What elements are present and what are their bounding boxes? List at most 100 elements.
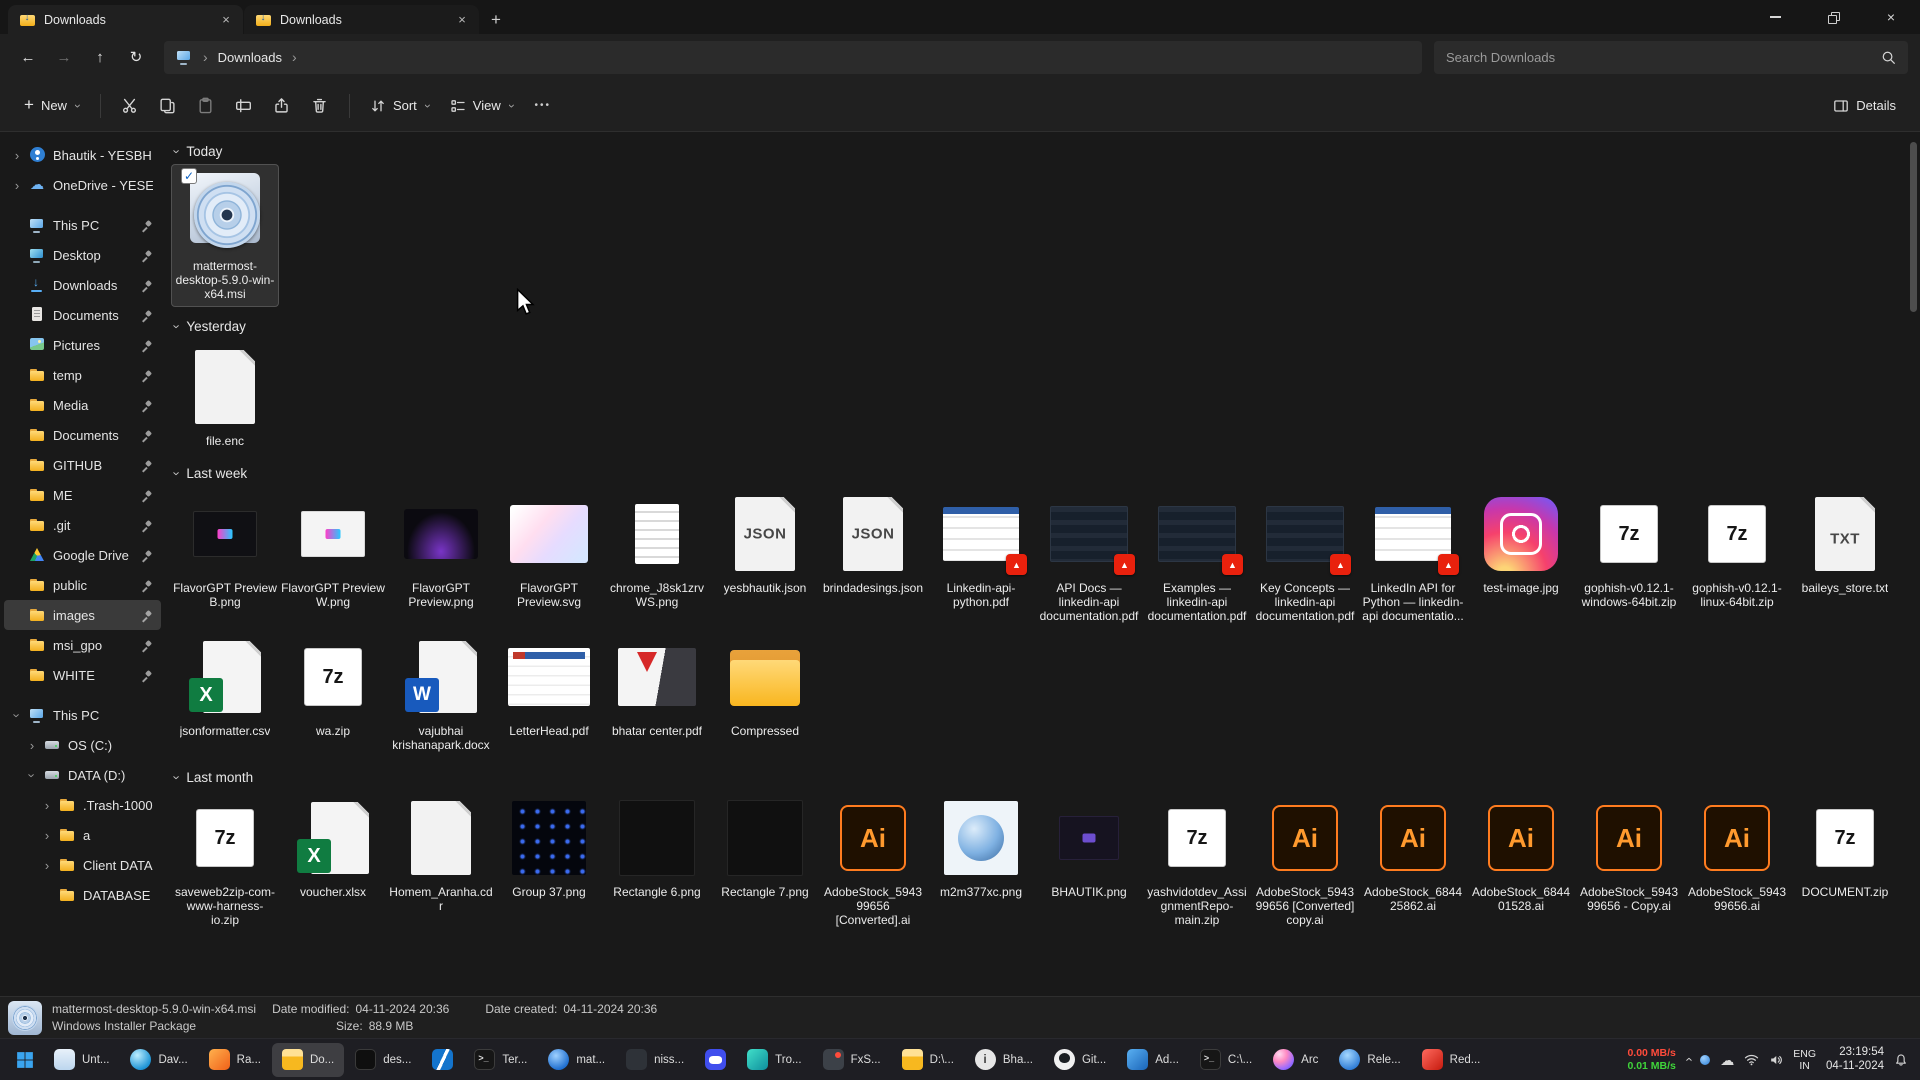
taskbar-app[interactable]: Git... bbox=[1044, 1043, 1116, 1077]
notification-bell-icon[interactable] bbox=[1894, 1053, 1908, 1067]
taskbar-app[interactable]: C:\... bbox=[1190, 1043, 1262, 1077]
clock[interactable]: 23:19:54 04-11-2024 bbox=[1826, 1046, 1884, 1073]
taskbar-app[interactable]: Dav... bbox=[120, 1043, 197, 1077]
new-button[interactable]: + New › bbox=[14, 89, 90, 122]
file-tile[interactable]: ✓ Examples — linkedin-api documentation.… bbox=[1143, 486, 1251, 629]
sidebar-pinned-item[interactable]: Downloads bbox=[4, 270, 161, 300]
file-tile[interactable]: ✓ AdobeStock_594399656.ai bbox=[1683, 790, 1791, 919]
file-tile[interactable]: ✓ chrome_J8sk1zrvWS.png bbox=[603, 486, 711, 615]
sidebar-pinned-item[interactable]: GITHUB bbox=[4, 450, 161, 480]
taskbar-app[interactable]: Ra... bbox=[199, 1043, 271, 1077]
sidebar-tree-item[interactable]: › DATA (D:) bbox=[4, 760, 161, 790]
file-tile[interactable]: ✓ yashvidotdev_AssignmentRepo-main.zip bbox=[1143, 790, 1251, 933]
expander-chevron-icon[interactable]: › bbox=[12, 148, 22, 163]
minimize-button[interactable] bbox=[1746, 0, 1804, 34]
search-box[interactable] bbox=[1434, 41, 1908, 74]
sidebar-pinned-item[interactable]: Documents bbox=[4, 420, 161, 450]
expander-chevron-icon[interactable]: › bbox=[42, 828, 52, 843]
taskbar-app[interactable]: niss... bbox=[616, 1043, 694, 1077]
breadcrumb-item[interactable]: Downloads bbox=[218, 50, 282, 65]
sidebar-pinned-item[interactable]: .git bbox=[4, 510, 161, 540]
file-tile[interactable]: ✓ AdobeStock_594399656 [Converted].ai bbox=[819, 790, 927, 933]
file-tile[interactable]: ✓ Rectangle 6.png bbox=[603, 790, 711, 905]
file-tile[interactable]: ✓ gophish-v0.12.1-linux-64bit.zip bbox=[1683, 486, 1791, 615]
taskbar-app[interactable]: Red... bbox=[1412, 1043, 1491, 1077]
sidebar-pinned-item[interactable]: Pictures bbox=[4, 330, 161, 360]
taskbar-app[interactable]: D:\... bbox=[892, 1043, 964, 1077]
file-tile[interactable]: ✓ LinkedIn API for Python — linkedin-api… bbox=[1359, 486, 1467, 629]
sidebar-pinned-item[interactable]: Documents bbox=[4, 300, 161, 330]
file-tile[interactable]: ✓ vajubhai krishanapark.docx bbox=[387, 629, 495, 758]
file-tile[interactable]: ✓ brindadesings.json bbox=[819, 486, 927, 601]
group-header[interactable]: › Yesterday bbox=[171, 307, 1906, 339]
taskbar-app[interactable]: Arc bbox=[1263, 1043, 1328, 1077]
up-button[interactable]: ↑ bbox=[84, 41, 116, 73]
file-tile[interactable]: ✓ AdobeStock_594399656 - Copy.ai bbox=[1575, 790, 1683, 919]
file-tile[interactable]: ✓ BHAUTIK.png bbox=[1035, 790, 1143, 905]
new-tab-button[interactable]: + bbox=[480, 5, 512, 34]
volume-icon[interactable] bbox=[1769, 1053, 1783, 1067]
expander-chevron-icon[interactable]: › bbox=[42, 858, 52, 873]
taskbar-app[interactable] bbox=[422, 1043, 463, 1077]
file-tile[interactable]: ✓ AdobeStock_684401528.ai bbox=[1467, 790, 1575, 919]
scrollbar-thumb[interactable] bbox=[1910, 142, 1917, 312]
sidebar-pinned-item[interactable]: Desktop bbox=[4, 240, 161, 270]
collapse-chevron-icon[interactable]: › bbox=[170, 471, 185, 475]
taskbar-app[interactable]: Do... bbox=[272, 1043, 344, 1077]
expander-chevron-icon[interactable]: › bbox=[25, 770, 40, 780]
sidebar-pinned-item[interactable]: public bbox=[4, 570, 161, 600]
tab-close-icon[interactable]: × bbox=[453, 11, 471, 29]
file-tile[interactable]: ✓ test-image.jpg bbox=[1467, 486, 1575, 601]
group-header[interactable]: › Last week bbox=[171, 454, 1906, 486]
file-tile[interactable]: ✓ LetterHead.pdf bbox=[495, 629, 603, 744]
file-tile[interactable]: ✓ AdobeStock_594399656 [Converted] copy.… bbox=[1251, 790, 1359, 933]
file-tile[interactable]: ✓ FlavorGPT Preview.png bbox=[387, 486, 495, 615]
taskbar-app[interactable]: Ad... bbox=[1117, 1043, 1189, 1077]
tab-close-icon[interactable]: × bbox=[217, 11, 235, 29]
sidebar-pinned-item[interactable]: WHITE bbox=[4, 660, 161, 690]
file-tile[interactable]: ✓ FlavorGPT Preview.svg bbox=[495, 486, 603, 615]
expander-chevron-icon[interactable]: › bbox=[42, 798, 52, 813]
sort-button[interactable]: Sort › bbox=[360, 91, 440, 121]
file-tile[interactable]: ✓ gophish-v0.12.1-windows-64bit.zip bbox=[1575, 486, 1683, 615]
collapse-chevron-icon[interactable]: › bbox=[170, 775, 185, 779]
sidebar-pinned-item[interactable]: This PC bbox=[4, 210, 161, 240]
sidebar-tree-item[interactable]: › This PC bbox=[4, 700, 161, 730]
file-tile[interactable]: ✓ baileys_store.txt bbox=[1791, 486, 1899, 601]
file-tile[interactable]: ✓ yesbhautik.json bbox=[711, 486, 819, 601]
taskbar-app[interactable] bbox=[695, 1043, 736, 1077]
file-tile[interactable]: ✓ Group 37.png bbox=[495, 790, 603, 905]
file-tile[interactable]: ✓ AdobeStock_684425862.ai bbox=[1359, 790, 1467, 919]
expander-chevron-icon[interactable]: › bbox=[10, 710, 25, 720]
close-button[interactable]: × bbox=[1862, 0, 1920, 34]
file-tile[interactable]: ✓ DOCUMENT.zip bbox=[1791, 790, 1899, 905]
file-tile[interactable]: ✓ FlavorGPT Preview B.png bbox=[171, 486, 279, 615]
rename-button[interactable] bbox=[225, 88, 263, 124]
file-tile[interactable]: ✓ Key Concepts — linkedin-api documentat… bbox=[1251, 486, 1359, 629]
file-tile[interactable]: ✓ saveweb2zip-com-www-harness-io.zip bbox=[171, 790, 279, 933]
breadcrumb[interactable]: › Downloads › bbox=[164, 41, 1422, 74]
sidebar-pinned-item[interactable]: ME bbox=[4, 480, 161, 510]
file-tile[interactable]: ✓ mattermost-desktop-5.9.0-win-x64.msi bbox=[171, 164, 279, 307]
share-button[interactable] bbox=[263, 88, 301, 124]
onedrive-icon[interactable]: ☁ bbox=[1720, 1053, 1734, 1067]
wifi-icon[interactable] bbox=[1744, 1053, 1759, 1066]
maximize-restore-button[interactable] bbox=[1804, 0, 1862, 34]
taskbar-app[interactable]: Ter... bbox=[464, 1043, 537, 1077]
details-pane-toggle[interactable]: Details bbox=[1823, 91, 1906, 121]
search-input[interactable] bbox=[1446, 50, 1881, 65]
hidden-icons-chevron[interactable]: › bbox=[1681, 1057, 1696, 1061]
sidebar-cloud-item[interactable]: › Bhautik - YESBH bbox=[4, 140, 161, 170]
sidebar-pinned-item[interactable]: temp bbox=[4, 360, 161, 390]
sidebar-tree-item[interactable]: › DATABASE bbox=[4, 880, 161, 910]
copy-button[interactable] bbox=[149, 88, 187, 124]
back-button[interactable]: ← bbox=[12, 41, 44, 73]
sidebar-pinned-item[interactable]: Google Drive bbox=[4, 540, 161, 570]
sidebar-tree-item[interactable]: › OS (C:) bbox=[4, 730, 161, 760]
language-indicator[interactable]: ENG IN bbox=[1793, 1048, 1816, 1072]
sidebar-pinned-item[interactable]: Media bbox=[4, 390, 161, 420]
forward-button[interactable]: → bbox=[48, 41, 80, 73]
taskbar-app[interactable]: Rele... bbox=[1329, 1043, 1410, 1077]
taskbar-app[interactable]: mat... bbox=[538, 1043, 615, 1077]
group-header[interactable]: › Last month bbox=[171, 758, 1906, 790]
